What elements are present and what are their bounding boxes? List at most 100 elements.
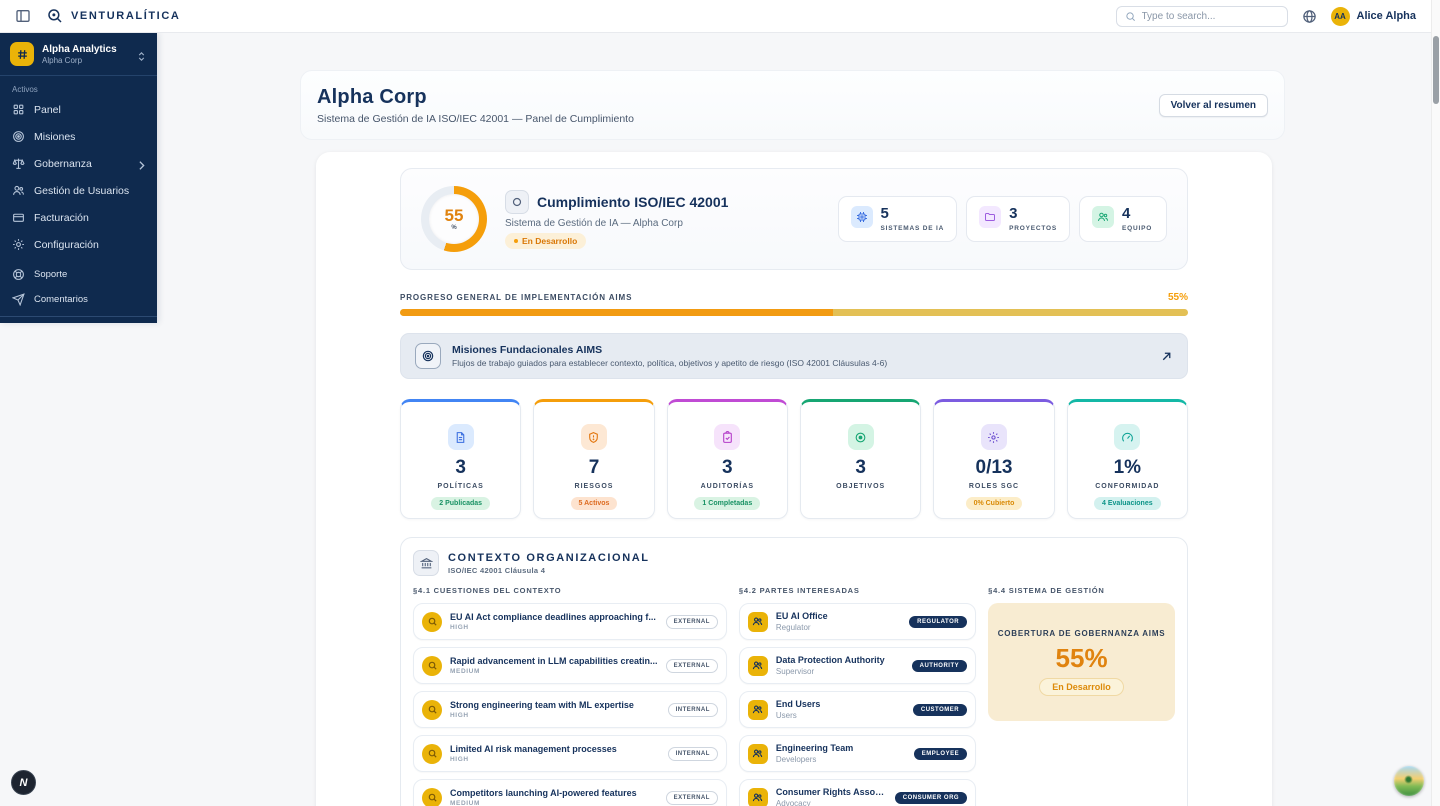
search-badge-icon [422, 787, 442, 806]
sidebar-item-facturacion[interactable]: Facturación [0, 204, 157, 231]
context-subtitle: ISO/IEC 42001 Cláusula 4 [448, 565, 546, 575]
progress-value: 55% [1167, 292, 1188, 303]
sidebar-item-label: Gobernanza [34, 157, 92, 170]
chevrons-up-down-icon [136, 49, 147, 61]
context-issue-row[interactable]: Competitors launching AI-powered feature… [413, 779, 727, 806]
sidebar-section-label: Activos [12, 85, 38, 94]
global-search[interactable] [1115, 5, 1288, 27]
sidebar-item-panel[interactable]: Panel [0, 96, 157, 123]
target-icon [847, 424, 874, 450]
cpu-icon [850, 206, 873, 228]
coverage-value: 55% [1055, 642, 1108, 673]
search-badge-icon [422, 611, 442, 632]
progress-label: PROGRESO GENERAL DE IMPLEMENTACIÓN AIMS [400, 293, 633, 302]
sidebar-item-label: Comentarios [34, 294, 88, 305]
coverage-status-badge: En Desarrollo [1039, 677, 1124, 696]
island-icon[interactable] [1394, 766, 1424, 796]
column-header: §4.1 CUESTIONES DEL CONTEXTO [413, 586, 562, 595]
foundational-missions-banner[interactable]: Misiones Fundacionales AIMS Flujos de tr… [400, 333, 1188, 379]
page-scrollbar[interactable] [1431, 0, 1440, 806]
aims-progress-fill [400, 309, 834, 316]
governance-coverage-panel: COBERTURA DE GOBERNANZA AIMS 55% En Desa… [988, 603, 1175, 721]
interested-parties-column: §4.2 PARTES INTERESADAS EU AI Office Regu… [738, 586, 977, 806]
context-issue-row[interactable]: Rapid advancement in LLM capabilities cr… [413, 647, 727, 684]
kpi-badge: 2 Publicadas [431, 497, 491, 510]
kpi-card-politicas[interactable]: 3 POLÍTICAS 2 Publicadas [400, 399, 522, 519]
context-issue-row[interactable]: EU AI Act compliance deadlines approachi… [413, 603, 727, 640]
kpi-card-roles-sgc[interactable]: 0/13 ROLES SGC 0% Cubierto [933, 399, 1055, 519]
sidebar-item-label: Gestión de Usuarios [34, 184, 130, 197]
users-badge-icon [747, 787, 768, 806]
banner-description: Flujos de trabajo guiados para establece… [452, 358, 888, 368]
party-tag: CUSTOMER [912, 703, 968, 716]
sidebar-item-label: Panel [34, 103, 61, 116]
stat-team[interactable]: 4 EQUIPO [1079, 196, 1167, 242]
interested-party-row[interactable]: Engineering Team Developers EMPLOYEE [738, 735, 977, 772]
landmark-icon [413, 550, 439, 576]
sidebar-item-comentarios[interactable]: Comentarios [0, 287, 157, 312]
kpi-card-objetivos[interactable]: 3 OBJETIVOS [800, 399, 922, 519]
gear-icon [13, 239, 24, 250]
sidebar-item-gobernanza[interactable]: Gobernanza [0, 150, 157, 177]
globe-icon[interactable] [1302, 9, 1317, 24]
sidebar-item-gestion-usuarios[interactable]: Gestión de Usuarios [0, 177, 157, 204]
gauge-value: 55 [444, 206, 464, 225]
party-tag: AUTHORITY [911, 659, 968, 672]
org-switcher[interactable]: Alpha Analytics Alpha Corp [0, 33, 157, 76]
interested-party-row[interactable]: Consumer Rights AssociationAdvocacy CONS… [738, 779, 977, 806]
interested-party-row[interactable]: EU AI Office Regulator REGULATOR [738, 603, 977, 640]
document-icon [447, 424, 474, 450]
status-badge: En Desarrollo [505, 232, 587, 249]
scales-icon [12, 158, 25, 169]
folder-icon [979, 206, 1002, 228]
compliance-subtitle: Sistema de Gestión de IA — Alpha Corp [505, 217, 683, 229]
kpi-card-riesgos[interactable]: 7 RIESGOS 5 Activos [533, 399, 655, 519]
organizational-context-section: CONTEXTO ORGANIZACIONAL ISO/IEC 42001 Cl… [400, 537, 1188, 806]
kpi-card-auditorias[interactable]: 3 AUDITORÍAS 1 Completadas [666, 399, 788, 519]
kpi-badge: 4 Evaluaciones [1094, 497, 1161, 510]
dashboard-card: 55 % Cumplimiento ISO/IEC 42001 Sistema … [316, 152, 1272, 806]
stat-ai-systems[interactable]: 5 SISTEMAS DE IA [837, 196, 958, 242]
kpi-cards: 3 POLÍTICAS 2 Publicadas 7 RIESGOS 5 Act… [400, 399, 1188, 519]
search-input[interactable] [1141, 10, 1279, 22]
context-issues-column: §4.1 CUESTIONES DEL CONTEXTO EU AI Act c… [413, 586, 727, 806]
issue-tag: INTERNAL [667, 746, 718, 761]
stat-projects[interactable]: 3 PROYECTOS [966, 196, 1070, 242]
sidebar-item-soporte[interactable]: Soporte [0, 262, 157, 287]
search-badge-icon [422, 655, 442, 676]
org-logo-icon [10, 42, 34, 66]
context-issue-row[interactable]: Limited AI risk management processes HIGH… [413, 735, 727, 772]
interested-party-row[interactable]: Data Protection Authority Supervisor AUTH… [738, 647, 977, 684]
top-bar: VENTURALÍTICA AA Alice Alpha [0, 0, 1440, 33]
issue-tag: EXTERNAL [665, 790, 718, 805]
back-to-summary-button[interactable]: Volver al resumen [1158, 93, 1268, 117]
progress-track [400, 309, 1188, 316]
dev-tools-button[interactable]: N [11, 770, 36, 795]
clipboard-check-icon [714, 424, 741, 450]
sidebar-item-configuracion[interactable]: Configuración [0, 231, 157, 258]
context-issue-row[interactable]: Strong engineering team with ML expertis… [413, 691, 727, 728]
users-icon [1092, 206, 1114, 228]
bullseye-icon [415, 343, 441, 369]
search-icon [1125, 11, 1135, 21]
context-title: CONTEXTO ORGANIZACIONAL [448, 551, 650, 564]
shield-alert-icon [580, 424, 607, 450]
avatar: AA [1330, 6, 1350, 26]
sidebar-item-misiones[interactable]: Misiones [0, 123, 157, 150]
column-header: §4.2 PARTES INTERESADAS [738, 586, 860, 595]
sidebar-toggle-icon[interactable] [14, 7, 32, 25]
users-badge-icon [747, 699, 768, 720]
coverage-title: COBERTURA DE GOBERNANZA AIMS [997, 628, 1166, 638]
send-icon [12, 293, 25, 306]
user-menu[interactable]: AA Alice Alpha [1330, 6, 1416, 26]
aims-progress: PROGRESO GENERAL DE IMPLEMENTACIÓN AIMS … [400, 292, 1188, 316]
sidebar: Alpha Analytics Alpha Corp Activos Panel… [0, 33, 157, 323]
brand[interactable]: VENTURALÍTICA [46, 7, 180, 25]
grid-icon [13, 104, 24, 115]
scrollbar-thumb[interactable] [1433, 36, 1439, 104]
kpi-badge: 1 Completadas [694, 497, 761, 510]
interested-party-row[interactable]: End Users Users CUSTOMER [738, 691, 977, 728]
org-subtitle: Alpha Corp [42, 55, 83, 65]
management-system-column: §4.4 SISTEMA DE GESTIÓN COBERTURA DE GOB… [988, 586, 1175, 806]
kpi-card-conformidad[interactable]: 1% CONFORMIDAD 4 Evaluaciones [1066, 399, 1188, 519]
